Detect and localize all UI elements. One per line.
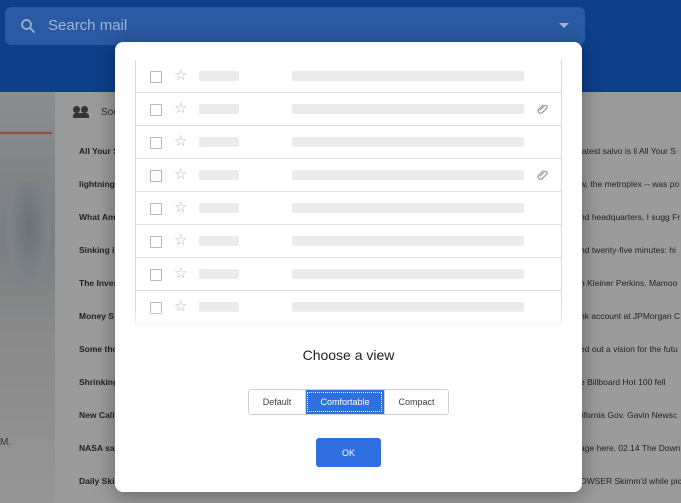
preview-fade (135, 308, 562, 330)
search-input[interactable]: Search mail (48, 17, 127, 34)
checkbox-icon (150, 269, 162, 281)
checkbox-icon (150, 203, 162, 215)
choose-view-dialog: ☆ ☆ ☆ ☆ ☆ ☆ ☆ ☆ Choose a view Default Comfortab… (115, 42, 582, 492)
subject-placeholder (292, 269, 524, 279)
row-snippet: lifornia Gov. Gavin Newsc (580, 410, 678, 420)
star-icon: ☆ (174, 199, 188, 216)
row-snippet: w, the metroplex -- was po (580, 179, 680, 189)
row-snippet: n Kleiner Perkins. Mamoo (580, 278, 678, 288)
option-comfortable[interactable]: Comfortable (305, 390, 384, 414)
option-compact[interactable]: Compact (384, 390, 448, 414)
preview-row: ☆ (136, 192, 561, 225)
checkbox-icon (150, 236, 162, 248)
checkbox-icon (150, 71, 162, 83)
checkbox-icon (150, 137, 162, 149)
row-sender: Some tho (79, 344, 118, 354)
option-default[interactable]: Default (249, 390, 305, 414)
row-sender: What Am (79, 212, 116, 222)
row-sender: Shrinking (79, 377, 119, 387)
row-sender: lightning (79, 179, 115, 189)
row-sender: Money S (79, 311, 114, 321)
row-sender: NASA say (79, 443, 120, 453)
row-sender: Sinking i (79, 245, 115, 255)
preview-row: ☆ (136, 225, 561, 258)
star-icon: ☆ (174, 67, 188, 84)
search-icon (21, 19, 35, 33)
subject-placeholder (292, 170, 524, 180)
sender-placeholder (199, 71, 239, 81)
subject-placeholder (292, 104, 524, 114)
caret-down-icon[interactable] (559, 23, 569, 28)
preview-row: ☆ (136, 126, 561, 159)
sidebar-time-text: M. (0, 437, 12, 448)
subject-placeholder (292, 71, 524, 81)
row-snippet: nd headquarters, I sugg Fr (580, 212, 681, 222)
row-snippet: ed out a vision for the futu (580, 344, 678, 354)
paperclip-icon (537, 104, 548, 114)
theme-image (5, 182, 53, 292)
row-sender: The Inves (79, 278, 119, 288)
checkbox-icon (150, 170, 162, 182)
sidebar-active-indicator (0, 132, 52, 134)
checkbox-icon (150, 104, 162, 116)
preview-row: ☆ (136, 93, 561, 126)
sender-placeholder (199, 170, 239, 180)
star-icon: ☆ (174, 265, 188, 282)
row-snippet: OWSER Skimm'd while pick (580, 476, 681, 486)
star-icon: ☆ (174, 166, 188, 183)
row-sender: New Calif (79, 410, 118, 420)
star-icon: ☆ (174, 100, 188, 117)
subject-placeholder (292, 137, 524, 147)
row-snippet: age here. 02.14 The Down (580, 443, 681, 453)
tab-social[interactable]: Soc (73, 106, 118, 118)
dialog-title: Choose a view (302, 347, 395, 363)
preview-row: ☆ (136, 258, 561, 291)
sender-placeholder (199, 236, 239, 246)
view-options: Default Comfortable Compact (248, 389, 449, 415)
sender-placeholder (199, 104, 239, 114)
sender-placeholder (199, 269, 239, 279)
subject-placeholder (292, 203, 524, 213)
row-snippet: e Billboard Hot 100 fell (580, 377, 666, 387)
row-sender: All Your S (79, 146, 119, 156)
star-icon: ☆ (174, 133, 188, 150)
view-preview: ☆ ☆ ☆ ☆ ☆ ☆ ☆ ☆ (135, 60, 562, 326)
preview-row: ☆ (136, 60, 561, 93)
sender-placeholder (199, 137, 239, 147)
ok-button[interactable]: OK (316, 438, 381, 467)
subject-placeholder (292, 236, 524, 246)
preview-row: ☆ (136, 159, 561, 192)
row-snippet: nd twenty-five minutes: hi (580, 245, 676, 255)
sidebar: M. (0, 92, 55, 503)
search-bar[interactable]: Search mail (5, 7, 585, 45)
row-snippet: nk account at JPMorgan C (580, 311, 681, 321)
sender-placeholder (199, 203, 239, 213)
people-icon (73, 106, 91, 118)
star-icon: ☆ (174, 232, 188, 249)
paperclip-icon (537, 170, 548, 180)
row-snippet: latest salvo is li All Your S (580, 146, 676, 156)
